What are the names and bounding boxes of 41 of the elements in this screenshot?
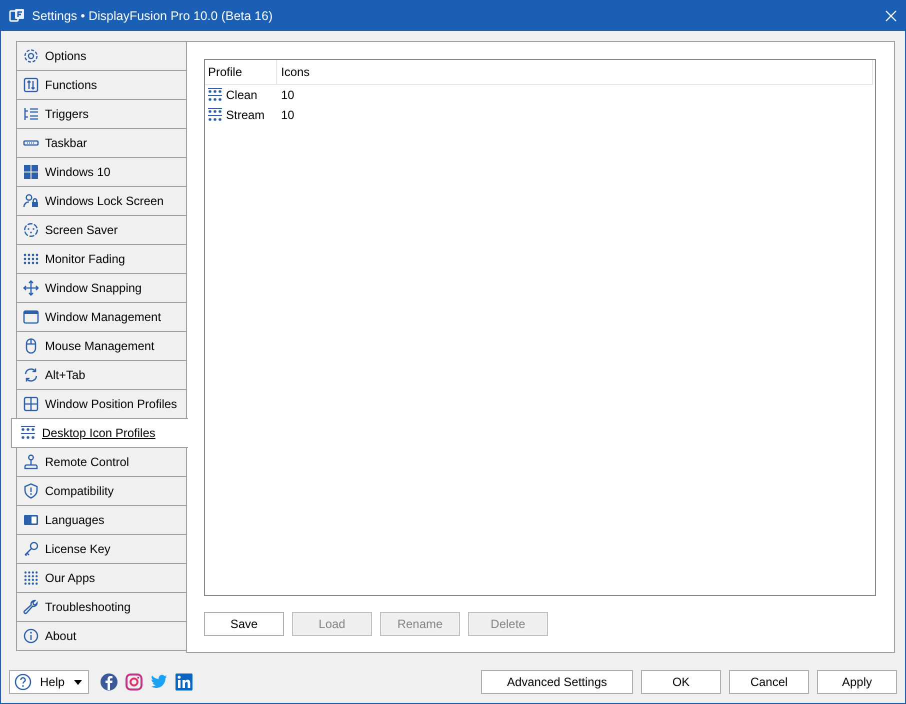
help-dropdown[interactable]: Help xyxy=(9,670,89,694)
desktop-icons-icon xyxy=(20,425,36,441)
help-icon xyxy=(14,673,32,691)
table-cell-text: 10 xyxy=(280,88,294,102)
dialog-button[interactable]: Cancel xyxy=(729,670,809,694)
close-icon[interactable] xyxy=(884,8,898,22)
instagram-icon[interactable] xyxy=(125,673,143,691)
apps-grid-icon xyxy=(23,570,39,586)
column-header[interactable]: Icons xyxy=(277,60,872,84)
linkedin-icon[interactable] xyxy=(175,673,193,691)
windows-logo-icon xyxy=(23,164,39,180)
window-icon xyxy=(23,309,39,325)
joystick-icon xyxy=(23,454,39,470)
refresh-icon xyxy=(23,367,39,383)
dialog-button[interactable]: OK xyxy=(641,670,721,694)
mouse-icon xyxy=(23,338,39,354)
caret-icon xyxy=(72,678,83,686)
shield-icon xyxy=(23,483,39,499)
desktop-icons-icon xyxy=(207,87,223,103)
dot-grid-icon xyxy=(23,251,39,267)
desktop-icons-icon xyxy=(207,107,223,123)
table-cell: Clean xyxy=(226,88,258,102)
window-title: Settings • DisplayFusion Pro 10.0 (Beta 16) xyxy=(32,8,274,22)
info-icon xyxy=(23,628,39,644)
dialog-button[interactable]: Advanced Settings xyxy=(481,670,633,694)
facebook-icon[interactable] xyxy=(100,673,118,691)
list-icon xyxy=(23,106,39,122)
move-arrows-icon xyxy=(23,280,39,296)
sidebar-item[interactable]: Desktop Icon Profiles xyxy=(11,418,188,448)
dialog-button[interactable]: Apply xyxy=(817,670,897,694)
key-icon xyxy=(23,541,39,557)
user-lock-icon xyxy=(23,193,39,209)
face-icon xyxy=(23,222,39,238)
wrench-icon xyxy=(23,599,39,615)
grid-window-icon xyxy=(23,396,39,412)
action-button[interactable]: Save xyxy=(204,612,284,636)
table-cell-text: 10 xyxy=(280,108,294,122)
gear-icon xyxy=(23,48,39,64)
app-logo-icon xyxy=(9,8,25,24)
column-header[interactable]: Profile xyxy=(205,60,277,84)
table-cell: Stream xyxy=(226,108,265,122)
